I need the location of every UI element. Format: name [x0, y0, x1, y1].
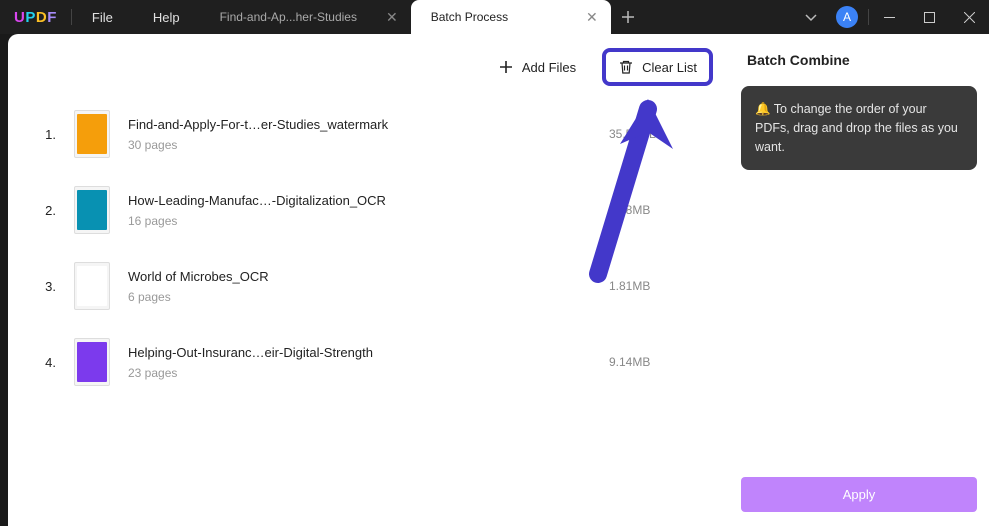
menu-file[interactable]: File: [72, 10, 133, 25]
file-size: 9.14MB: [609, 355, 689, 369]
file-row[interactable]: 4. Helping-Out-Insuranc…eir-Digital-Stre…: [8, 324, 729, 400]
file-name: Find-and-Apply-For-t…er-Studies_watermar…: [128, 117, 591, 132]
close-icon[interactable]: ✕: [383, 6, 401, 29]
main-area: Add Files Clear List 1. Find-and-Apply-F…: [0, 34, 989, 526]
add-files-label: Add Files: [522, 60, 576, 75]
menu-help[interactable]: Help: [133, 10, 200, 25]
maximize-icon: [924, 12, 935, 23]
row-number: 4.: [40, 355, 56, 370]
file-thumbnail: [74, 262, 110, 310]
file-info: How-Leading-Manufac…-Digitalization_OCR …: [128, 193, 591, 228]
minimize-icon: [884, 12, 895, 23]
tab-batch-process[interactable]: Batch Process ✕: [411, 0, 611, 34]
close-icon: [964, 12, 975, 23]
file-info: World of Microbes_OCR 6 pages: [128, 269, 591, 304]
thumb-preview: [77, 114, 107, 154]
content-panel: Add Files Clear List 1. Find-and-Apply-F…: [8, 34, 729, 526]
logo-p: P: [25, 9, 36, 26]
close-icon[interactable]: ✕: [583, 6, 601, 29]
row-number: 1.: [40, 127, 56, 142]
file-list: 1. Find-and-Apply-For-t…er-Studies_water…: [8, 96, 729, 526]
file-row[interactable]: 1. Find-and-Apply-For-t…er-Studies_water…: [8, 96, 729, 172]
toolbar: Add Files Clear List: [8, 48, 729, 96]
app-logo: UPDF: [0, 9, 71, 26]
trash-icon: [618, 59, 634, 75]
file-thumbnail: [74, 186, 110, 234]
file-row[interactable]: 3. World of Microbes_OCR 6 pages 1.81MB: [8, 248, 729, 324]
file-name: Helping-Out-Insuranc…eir-Digital-Strengt…: [128, 345, 591, 360]
sidebar-title: Batch Combine: [741, 48, 977, 86]
tip-box: 🔔 To change the order of your PDFs, drag…: [741, 86, 977, 170]
user-avatar[interactable]: A: [836, 6, 858, 28]
new-tab-button[interactable]: [611, 0, 645, 34]
file-info: Find-and-Apply-For-t…er-Studies_watermar…: [128, 117, 591, 152]
chevron-down-icon: [805, 14, 817, 22]
row-number: 3.: [40, 279, 56, 294]
thumb-preview: [77, 190, 107, 230]
spacer: [741, 170, 977, 477]
file-size: 1.81MB: [609, 279, 689, 293]
file-pages: 30 pages: [128, 138, 591, 152]
file-thumbnail: [74, 338, 110, 386]
tab-document[interactable]: Find-and-Ap...her-Studies ✕: [200, 0, 411, 34]
thumb-preview: [77, 266, 107, 306]
logo-f: F: [47, 9, 57, 26]
thumb-preview: [77, 342, 107, 382]
file-pages: 23 pages: [128, 366, 591, 380]
file-name: World of Microbes_OCR: [128, 269, 591, 284]
file-pages: 16 pages: [128, 214, 591, 228]
file-info: Helping-Out-Insuranc…eir-Digital-Strengt…: [128, 345, 591, 380]
tab-label: Find-and-Ap...her-Studies: [220, 10, 357, 24]
plus-icon: [498, 59, 514, 75]
file-size: 35.50MB: [609, 127, 689, 141]
row-number: 2.: [40, 203, 56, 218]
file-name: How-Leading-Manufac…-Digitalization_OCR: [128, 193, 591, 208]
add-files-button[interactable]: Add Files: [486, 52, 588, 82]
apply-button[interactable]: Apply: [741, 477, 977, 512]
plus-icon: [621, 10, 635, 24]
logo-u: U: [14, 9, 25, 26]
window-minimize[interactable]: [869, 0, 909, 34]
file-size: 1.18MB: [609, 203, 689, 217]
clear-list-label: Clear List: [642, 60, 697, 75]
file-thumbnail: [74, 110, 110, 158]
file-pages: 6 pages: [128, 290, 591, 304]
right-sidebar: Batch Combine 🔔 To change the order of y…: [729, 34, 989, 526]
logo-d: D: [36, 9, 47, 26]
tabs-dropdown[interactable]: [796, 10, 826, 25]
window-close[interactable]: [949, 0, 989, 34]
clear-list-button[interactable]: Clear List: [602, 48, 713, 86]
tab-label: Batch Process: [431, 10, 508, 24]
file-row[interactable]: 2. How-Leading-Manufac…-Digitalization_O…: [8, 172, 729, 248]
title-bar: UPDF File Help Find-and-Ap...her-Studies…: [0, 0, 989, 34]
window-maximize[interactable]: [909, 0, 949, 34]
